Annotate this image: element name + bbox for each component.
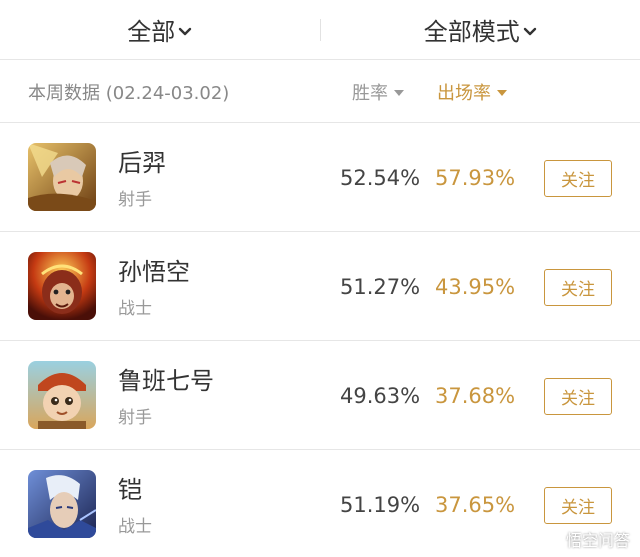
hero-win-rate: 51.27% xyxy=(340,275,421,299)
hero-pick-rate: 43.95% xyxy=(435,275,516,299)
hero-role: 战士 xyxy=(118,517,152,537)
hero-name: 后羿 xyxy=(118,149,166,177)
hero-role: 射手 xyxy=(118,190,152,210)
hero-row[interactable]: 鲁班七号 射手 49.63% 37.68% 关注 xyxy=(0,341,640,450)
follow-button[interactable]: 关注 xyxy=(544,487,612,524)
sort-win-rate-label: 胜率 xyxy=(352,82,388,104)
sort-pick-rate-label: 出场率 xyxy=(437,82,491,104)
hero-pick-rate: 37.65% xyxy=(435,493,516,517)
hero-role: 射手 xyxy=(118,408,152,428)
hero-name: 鲁班七号 xyxy=(118,367,214,395)
hero-filter-label: 全部 xyxy=(127,18,176,46)
period-label: 本周数据 (02.24-03.02) xyxy=(28,82,230,104)
watermark: 悟空问答 xyxy=(540,527,630,551)
hero-win-rate: 49.63% xyxy=(340,384,421,408)
hero-avatar-kai xyxy=(28,470,96,538)
filter-bar: 全部 全部模式 xyxy=(0,0,640,60)
hero-role: 战士 xyxy=(118,299,152,319)
follow-button[interactable]: 关注 xyxy=(544,378,612,415)
mode-filter-label: 全部模式 xyxy=(423,18,520,46)
watermark-text: 悟空问答 xyxy=(565,531,630,550)
hero-filter-dropdown[interactable]: 全部 xyxy=(0,0,320,60)
hero-name: 孙悟空 xyxy=(118,258,190,286)
hero-row[interactable]: 后羿 射手 52.54% 57.93% 关注 xyxy=(0,123,640,232)
chevron-down-icon xyxy=(179,27,192,35)
mode-filter-dropdown[interactable]: 全部模式 xyxy=(321,0,640,60)
hero-pick-rate: 57.93% xyxy=(435,166,516,190)
hero-pick-rate: 37.68% xyxy=(435,384,516,408)
sort-triangle-icon xyxy=(394,89,404,96)
sort-triangle-icon xyxy=(497,89,507,96)
hero-win-rate: 52.54% xyxy=(340,166,421,190)
sort-win-rate[interactable]: 胜率 xyxy=(352,79,404,105)
sort-pick-rate[interactable]: 出场率 xyxy=(437,79,507,105)
hero-name: 铠 xyxy=(118,476,142,504)
follow-button[interactable]: 关注 xyxy=(544,160,612,197)
chevron-down-icon xyxy=(523,27,536,35)
wukong-logo-icon xyxy=(540,529,561,549)
hero-avatar-sunwukong xyxy=(28,252,96,320)
stats-header: 本周数据 (02.24-03.02) 胜率 出场率 xyxy=(0,61,640,123)
hero-win-rate: 51.19% xyxy=(340,493,421,517)
follow-button[interactable]: 关注 xyxy=(544,269,612,306)
hero-avatar-houyi xyxy=(28,143,96,211)
hero-avatar-luban xyxy=(28,361,96,429)
hero-row[interactable]: 孙悟空 战士 51.27% 43.95% 关注 xyxy=(0,232,640,341)
